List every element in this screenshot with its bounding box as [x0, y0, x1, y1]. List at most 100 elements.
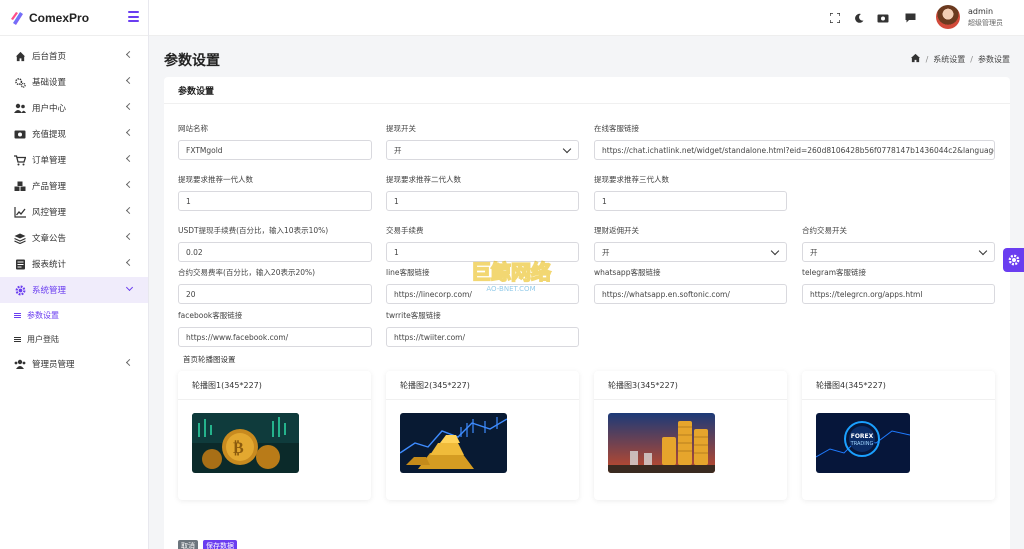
chevron-left-icon	[125, 180, 134, 189]
chevron-left-icon	[125, 358, 134, 367]
banner-card-1: 轮播图1(345*227) ₿	[178, 371, 371, 500]
sidebar-item-risk[interactable]: 风控管理	[0, 199, 148, 225]
trade-fee-input[interactable]: 1	[386, 242, 579, 262]
sidebar-item-admins[interactable]: 管理员管理	[0, 351, 148, 377]
admins-icon	[14, 358, 26, 370]
banner-image-2[interactable]	[400, 413, 507, 473]
field-label: 合约交易费率(百分比，输入20表示20%)	[178, 268, 316, 277]
sidebar-item-articles[interactable]: 文章公告	[0, 225, 148, 251]
brand[interactable]: ComexPro	[0, 0, 148, 36]
banner-card-3: 轮播图3(345*227)	[594, 371, 787, 500]
sidebar-item-label: 充值提现	[32, 130, 67, 140]
sidebar-nav: 后台首页 基础设置 用户中心 充值提现 订单管理 产品管理 风控管理 文章公告 …	[0, 36, 148, 377]
sidebar-item-label: 订单管理	[32, 156, 67, 166]
field-label: 提现要求推荐三代人数	[594, 175, 669, 184]
topbar: admin 超级管理员	[149, 0, 1024, 36]
facebook-link-input[interactable]: https://www.facebook.com/	[178, 327, 372, 347]
cart-icon	[14, 154, 26, 166]
chevron-left-icon	[125, 258, 134, 267]
contract-switch-field: 合约交易开关 开	[802, 225, 995, 262]
field-label: 理财返佣开关	[594, 226, 639, 235]
sidebar-subitem-label: 用户登陆	[27, 334, 59, 344]
gear-icon	[1008, 254, 1019, 266]
cubes-icon	[14, 180, 26, 192]
usdt-fee-input[interactable]: 0.02	[178, 242, 372, 262]
field-label: 合约交易开关	[802, 226, 847, 235]
brand-logo-icon	[11, 11, 23, 25]
list-icon	[14, 336, 21, 342]
fullscreen-icon[interactable]	[829, 12, 841, 24]
contract-fee-input[interactable]: 20	[178, 284, 372, 304]
sidebar-item-system[interactable]: 系统管理	[0, 277, 148, 303]
svg-text:₿: ₿	[233, 438, 244, 457]
support-link-field: 在线客服链接 https://chat.ichatlink.net/widget…	[594, 123, 995, 160]
user-role: 超级管理员	[968, 19, 1003, 27]
finance-rebate-select[interactable]: 开	[594, 242, 787, 262]
sidebar-item-label: 报表统计	[32, 260, 67, 270]
sidebar-item-label: 管理员管理	[32, 360, 75, 370]
breadcrumb-item[interactable]: 系统设置	[933, 54, 965, 65]
sidebar-subitem-user-login[interactable]: 用户登陆	[0, 327, 148, 351]
req-gen3-field: 提现要求推荐三代人数 1	[594, 174, 787, 211]
finance-rebate-field: 理财返佣开关 开	[594, 225, 787, 262]
field-label: whatsapp客服链接	[594, 268, 661, 277]
sidebar-item-basic-settings[interactable]: 基础设置	[0, 69, 148, 95]
req-gen3-input[interactable]: 1	[594, 191, 787, 211]
sidebar-item-dashboard[interactable]: 后台首页	[0, 43, 148, 69]
money-bill-icon[interactable]	[877, 12, 889, 24]
gear-icon	[14, 284, 26, 296]
page-title: 参数设置	[164, 53, 220, 69]
cogs-icon	[14, 76, 26, 88]
field-label: line客服链接	[386, 268, 430, 277]
banner-title: 轮播图2(345*227)	[386, 371, 579, 400]
sidebar-item-user-center[interactable]: 用户中心	[0, 95, 148, 121]
field-label: USDT提现手续费(百分比，输入10表示10%)	[178, 226, 329, 235]
avatar[interactable]	[936, 5, 960, 29]
chart-line-icon	[14, 206, 26, 218]
support-link-input[interactable]: https://chat.ichatlink.net/widget/standa…	[594, 140, 995, 160]
sidebar: ComexPro 后台首页 基础设置 用户中心 充值提现 订单管理 产品管理 风…	[0, 0, 149, 549]
field-label: facebook客服链接	[178, 311, 243, 320]
twitter-link-field: twrrite客服链接 https://twiiter.com/	[386, 310, 579, 347]
line-link-field: line客服链接 https://linecorp.com/	[386, 267, 579, 304]
floating-settings-button[interactable]	[1003, 248, 1024, 272]
chevron-down-icon	[125, 283, 134, 292]
user-name[interactable]: admin	[968, 7, 993, 16]
req-gen1-input[interactable]: 1	[178, 191, 372, 211]
money-icon	[14, 128, 26, 140]
home-icon[interactable]	[910, 53, 921, 65]
twitter-link-input[interactable]: https://twiiter.com/	[386, 327, 579, 347]
sidebar-item-label: 系统管理	[32, 286, 67, 296]
req-gen2-input[interactable]: 1	[386, 191, 579, 211]
banner-image-4[interactable]: FOREX TRADING	[816, 413, 910, 473]
cancel-button[interactable]: 取消	[178, 540, 198, 549]
field-label: 交易手续费	[386, 226, 424, 235]
save-button[interactable]: 保存数据	[203, 540, 237, 549]
sidebar-item-label: 文章公告	[32, 234, 67, 244]
menu-toggle-icon[interactable]	[128, 11, 139, 22]
banner-title: 轮播图4(345*227)	[802, 371, 995, 400]
sidebar-item-reports[interactable]: 报表统计	[0, 251, 148, 277]
chevron-left-icon	[125, 102, 134, 111]
trade-fee-field: 交易手续费 1	[386, 225, 579, 262]
whatsapp-link-input[interactable]: https://whatsapp.en.softonic.com/	[594, 284, 787, 304]
withdraw-switch-field: 提现开关 开	[386, 123, 579, 160]
telegram-link-input[interactable]: https://telegrcn.org/apps.html	[802, 284, 995, 304]
list-icon	[14, 312, 21, 318]
moon-icon[interactable]	[853, 12, 865, 24]
banner-title: 轮播图1(345*227)	[178, 371, 371, 400]
line-link-input[interactable]: https://linecorp.com/	[386, 284, 579, 304]
sidebar-item-products[interactable]: 产品管理	[0, 173, 148, 199]
contract-switch-select[interactable]: 开	[802, 242, 995, 262]
chevron-left-icon	[125, 232, 134, 241]
withdraw-switch-select[interactable]: 开	[386, 140, 579, 160]
sidebar-subitem-params[interactable]: 参数设置	[0, 303, 148, 327]
site-name-input[interactable]: FXTMgold	[178, 140, 372, 160]
sidebar-item-label: 后台首页	[32, 52, 67, 62]
sidebar-item-orders[interactable]: 订单管理	[0, 147, 148, 173]
chat-icon[interactable]	[904, 12, 916, 24]
banner-image-3[interactable]	[608, 413, 715, 473]
banner-image-1[interactable]: ₿	[192, 413, 299, 473]
sidebar-item-deposit-withdraw[interactable]: 充值提现	[0, 121, 148, 147]
layers-icon	[14, 232, 26, 244]
